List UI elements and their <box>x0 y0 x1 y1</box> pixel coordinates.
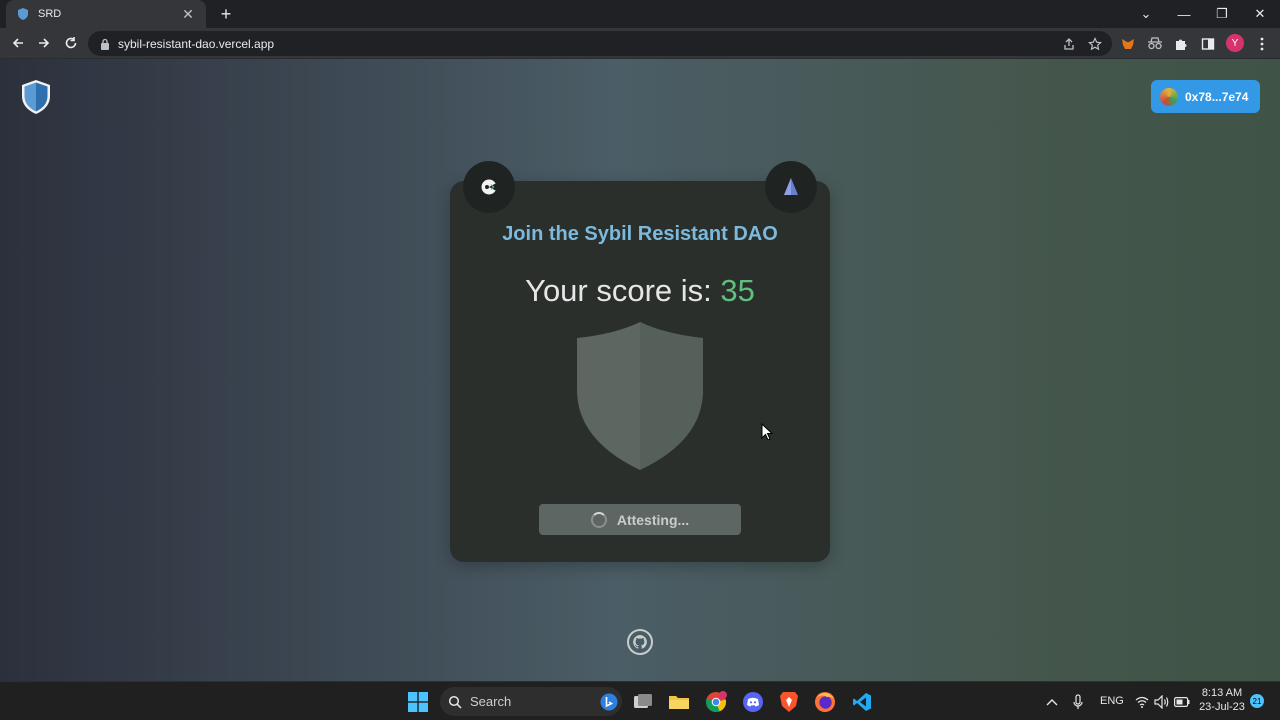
spinner-icon <box>590 511 607 528</box>
minimize-button[interactable]: — <box>1165 0 1203 28</box>
back-icon[interactable] <box>8 33 28 53</box>
card-title: Join the Sybil Resistant DAO <box>502 223 778 245</box>
mouse-cursor-icon <box>761 423 773 441</box>
score-label: Your score is: <box>525 273 712 308</box>
github-icon <box>633 635 647 649</box>
incognito-extension-icon[interactable] <box>1147 36 1163 52</box>
address-bar[interactable]: sybil-resistant-dao.vercel.app <box>88 31 1112 56</box>
shield-favicon-icon <box>18 8 28 20</box>
share-icon[interactable] <box>1062 37 1076 51</box>
search-placeholder: Search <box>470 694 512 709</box>
firefox-icon[interactable] <box>813 690 837 714</box>
file-explorer-icon[interactable] <box>667 690 691 714</box>
taskbar-search[interactable]: Search <box>440 687 622 716</box>
profile-avatar[interactable]: Y <box>1226 34 1244 52</box>
restore-button[interactable]: ❐ <box>1203 0 1241 28</box>
clock-date: 23-Jul-23 <box>1199 701 1245 713</box>
battery-icon[interactable] <box>1170 690 1194 714</box>
tab-title: SRD <box>38 8 62 20</box>
wallet-address: 0x78...7e74 <box>1185 89 1249 104</box>
browser-menu-icon[interactable] <box>1254 36 1270 52</box>
page-viewport: 0x78...7e74 Join the Sybil Resistant DAO… <box>0 59 1280 681</box>
clock-time: 8:13 AM <box>1201 687 1243 699</box>
microphone-icon[interactable] <box>1066 690 1090 714</box>
brave-icon[interactable] <box>777 690 801 714</box>
language-indicator[interactable]: ENG <box>1100 695 1124 707</box>
show-hidden-icons-icon[interactable] <box>1040 690 1064 714</box>
lock-icon <box>101 38 109 50</box>
attest-button[interactable]: Attesting... <box>539 504 741 535</box>
score-value: 35 <box>720 273 755 308</box>
browser-tab[interactable]: SRD ✕ <box>6 0 206 28</box>
wallet-avatar <box>1160 87 1178 106</box>
puzzle-extensions-icon[interactable] <box>1173 36 1189 52</box>
tab-search-button[interactable]: ⌄ <box>1127 0 1165 28</box>
browser-toolbar: sybil-resistant-dao.vercel.app Y <box>0 28 1280 59</box>
join-card: Join the Sybil Resistant DAO Your score … <box>450 161 830 562</box>
notification-count-badge[interactable]: 21 <box>1250 694 1264 708</box>
github-link[interactable] <box>627 629 653 655</box>
discord-icon[interactable] <box>741 690 765 714</box>
attest-label: Attesting... <box>616 511 690 528</box>
forward-icon[interactable] <box>34 33 54 53</box>
shield-logo-icon[interactable] <box>20 79 52 115</box>
gitcoin-passport-icon <box>481 179 497 195</box>
tab-close-icon[interactable]: ✕ <box>180 6 196 23</box>
wallet-button[interactable]: 0x78...7e74 <box>1151 80 1260 113</box>
attestation-badge[interactable] <box>765 161 817 213</box>
windows-start-icon[interactable] <box>406 690 430 714</box>
shield-illustration-icon <box>577 322 703 470</box>
vscode-icon[interactable] <box>850 690 874 714</box>
chrome-icon[interactable] <box>704 690 728 714</box>
taskbar-clock[interactable]: 8:13 AM 23-Jul-23 <box>1196 686 1248 714</box>
triangle-logo-icon <box>784 178 798 195</box>
new-tab-button[interactable]: + <box>216 4 236 24</box>
close-window-button[interactable]: ✕ <box>1241 0 1279 28</box>
side-panel-icon[interactable] <box>1200 36 1216 52</box>
task-view-icon[interactable] <box>631 690 655 714</box>
score-line: Your score is: 35 <box>450 273 830 309</box>
metamask-extension-icon[interactable] <box>1120 36 1136 52</box>
search-icon <box>448 695 462 709</box>
tab-strip: SRD ✕ + ⌄ — ❐ ✕ <box>0 0 1280 28</box>
reload-icon[interactable] <box>61 33 81 53</box>
gitcoin-passport-badge[interactable] <box>463 161 515 213</box>
taskbar: Search ENG 8:13 AM 23-Jul-23 21 <box>0 681 1280 720</box>
bing-icon <box>600 693 618 710</box>
url-text: sybil-resistant-dao.vercel.app <box>118 36 275 51</box>
bookmark-star-icon[interactable] <box>1088 37 1102 51</box>
